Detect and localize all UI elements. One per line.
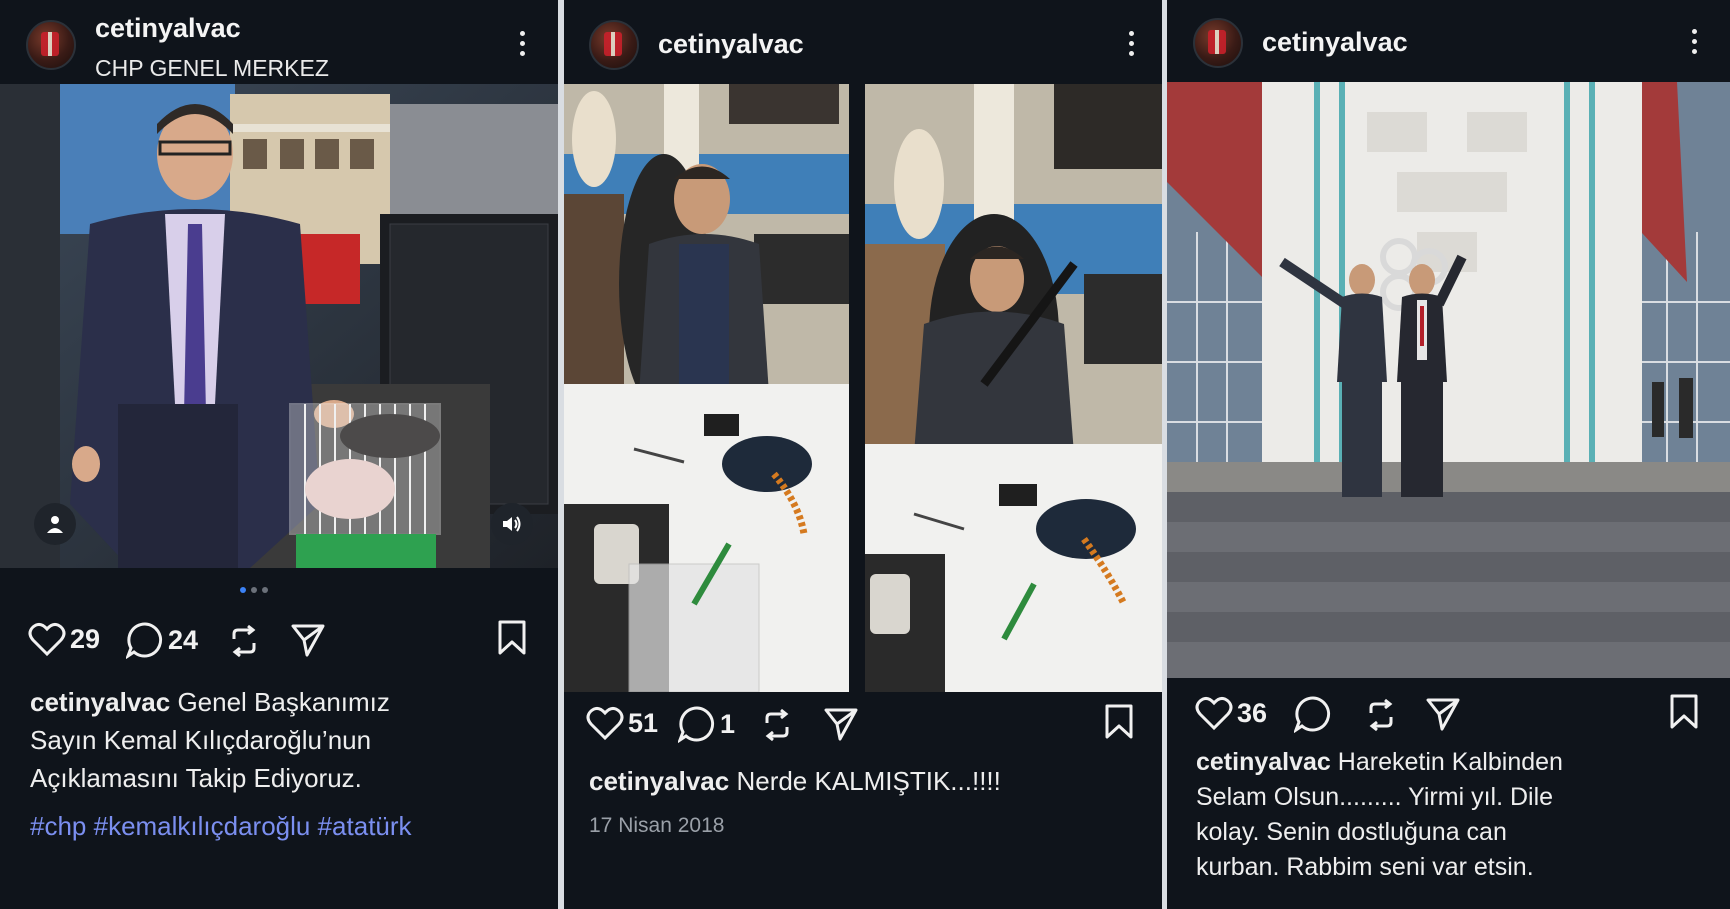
caption-text: Nerde KALMIŞTIK...!!!!	[736, 766, 1001, 796]
heart-icon	[28, 622, 66, 657]
post-header: cetinyalvac CHP GENEL MERKEZ	[0, 0, 558, 84]
comment-count: 1	[720, 708, 736, 739]
save-button[interactable]	[1669, 694, 1699, 730]
like-button[interactable]: 51	[586, 705, 658, 741]
repost-button[interactable]	[228, 624, 260, 658]
carousel-indicator	[240, 587, 268, 593]
photo-office-scene	[0, 84, 558, 568]
carousel-dot	[240, 587, 246, 593]
speaker-icon[interactable]	[491, 503, 533, 545]
more-vertical-icon[interactable]	[1126, 31, 1136, 61]
post-caption: cetinyalvac Genel Başkanımız Sayın Kemal…	[30, 683, 450, 797]
post-actions: 29 24	[0, 616, 558, 666]
comment-bubble-icon	[126, 622, 163, 659]
photo-building-steps	[1167, 82, 1730, 678]
carousel-dot	[262, 587, 268, 593]
send-icon	[824, 708, 858, 741]
more-vertical-icon[interactable]	[1689, 29, 1699, 59]
username[interactable]: cetinyalvac	[658, 29, 804, 60]
comment-button[interactable]	[1294, 695, 1332, 733]
repost-icon	[1369, 698, 1393, 732]
hashtags[interactable]: #chp #kemalkılıçdaroğlu #atatürk	[30, 807, 550, 845]
avatar[interactable]	[26, 20, 76, 70]
post-image[interactable]	[1167, 82, 1730, 678]
send-icon	[1426, 698, 1460, 731]
like-count: 36	[1237, 697, 1268, 728]
post-card-2: cetinyalvac 51 1 cetinyalvac Nerde KALMI…	[564, 0, 1162, 909]
post-card-3: cetinyalvac 36 cetinyalvac Hareketin Kal…	[1167, 0, 1730, 909]
caption-username[interactable]: cetinyalvac	[589, 766, 729, 796]
caption-username[interactable]: cetinyalvac	[1196, 748, 1331, 776]
location-label[interactable]: CHP GENEL MERKEZ	[95, 55, 329, 82]
post-actions: 36	[1167, 690, 1730, 740]
user-tag-icon[interactable]	[34, 503, 76, 545]
avatar[interactable]	[589, 20, 639, 70]
post-image[interactable]	[0, 84, 558, 568]
photo-office-diptych	[564, 84, 1162, 692]
avatar[interactable]	[1193, 18, 1243, 68]
heart-icon	[586, 706, 624, 741]
share-button[interactable]	[1425, 696, 1461, 732]
comment-button[interactable]: 24	[126, 621, 198, 659]
save-button[interactable]	[497, 620, 527, 656]
post-caption: cetinyalvac Hareketin Kalbinden Selam Ol…	[1196, 745, 1581, 885]
post-header: cetinyalvac	[1167, 0, 1730, 84]
like-button[interactable]: 29	[28, 621, 100, 657]
comment-count: 24	[168, 624, 199, 655]
post-card-1: cetinyalvac CHP GENEL MERKEZ 29 24 cetin…	[0, 0, 558, 909]
bookmark-icon	[498, 620, 526, 655]
carousel-dot	[251, 587, 257, 593]
post-date: 17 Nisan 2018	[589, 814, 725, 837]
heart-icon	[1195, 696, 1233, 731]
repost-icon	[232, 624, 256, 658]
share-button[interactable]	[823, 706, 859, 742]
caption-username[interactable]: cetinyalvac	[30, 687, 170, 717]
share-button[interactable]	[290, 622, 326, 658]
post-caption: cetinyalvac Nerde KALMIŞTIK...!!!!	[589, 762, 1149, 800]
repost-button[interactable]	[761, 708, 793, 742]
comment-button[interactable]: 1	[678, 705, 735, 743]
username[interactable]: cetinyalvac	[1262, 27, 1408, 58]
bookmark-icon	[1105, 704, 1133, 739]
bookmark-icon	[1670, 694, 1698, 729]
like-count: 51	[628, 707, 659, 738]
like-button[interactable]: 36	[1195, 695, 1267, 731]
send-icon	[291, 624, 325, 657]
post-image[interactable]	[564, 84, 1162, 692]
repost-icon	[765, 708, 789, 742]
more-vertical-icon[interactable]	[517, 31, 527, 61]
post-header: cetinyalvac	[564, 0, 1162, 84]
comment-bubble-icon	[678, 706, 715, 743]
save-button[interactable]	[1104, 704, 1134, 740]
like-count: 29	[70, 623, 101, 654]
comment-bubble-icon	[1294, 696, 1331, 733]
repost-button[interactable]	[1365, 698, 1397, 732]
username[interactable]: cetinyalvac	[95, 13, 241, 44]
post-actions: 51 1	[564, 700, 1162, 750]
